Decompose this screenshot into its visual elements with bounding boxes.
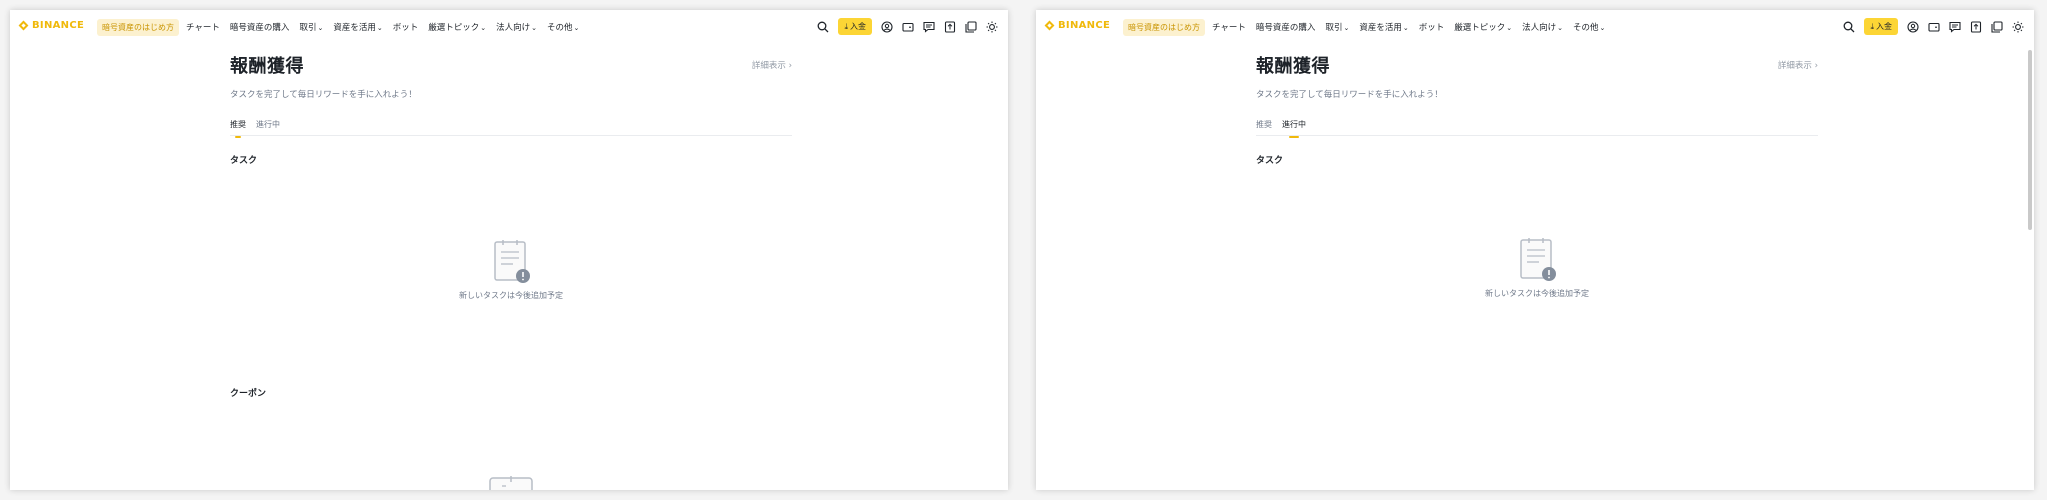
tasks-heading: タスク <box>230 156 258 166</box>
chevron-down-icon: ⌄ <box>1506 24 1513 32</box>
chevron-down-icon: ⌄ <box>480 24 487 32</box>
nav-item-chart[interactable]: チャート <box>1212 21 1246 33</box>
page-subtitle: タスクを完了して毎日リワードを手に入れよう！ <box>230 90 417 100</box>
tab-recommended[interactable]: 推奨 <box>1256 119 1272 135</box>
chevron-down-icon: ⌄ <box>1599 24 1606 32</box>
chevron-down-icon: ⌄ <box>1343 24 1350 32</box>
browser-window-right: BINANCE 暗号資産のはじめ方 チャート 暗号資産の購入 取引⌄ 資産を活用… <box>1036 10 2034 490</box>
getting-started-link[interactable]: 暗号資産のはじめ方 <box>1123 19 1205 36</box>
nav-item-trade[interactable]: 取引⌄ <box>1325 21 1349 33</box>
wallet-icon[interactable] <box>902 21 914 33</box>
empty-notepad-icon <box>1520 238 1556 281</box>
coupon-placeholder-icon <box>489 476 533 490</box>
tasks-empty-state: 新しいタスクは今後追加予定 <box>230 238 792 301</box>
deposit-button[interactable]: ⤓ 入金 <box>1864 18 1898 35</box>
top-nav: BINANCE 暗号資産のはじめ方 チャート 暗号資産の購入 取引⌄ 資産を活用… <box>10 10 1008 44</box>
nav-item-bots[interactable]: ボット <box>393 21 419 33</box>
nav-item-chart[interactable]: チャート <box>186 21 220 33</box>
chevron-down-icon: ⌄ <box>317 24 324 32</box>
theme-sun-icon[interactable] <box>2012 21 2024 33</box>
nav-item-topics[interactable]: 厳選トピック⌄ <box>428 21 486 33</box>
search-icon[interactable] <box>817 21 829 33</box>
nav-item-buy-crypto[interactable]: 暗号資産の購入 <box>1256 21 1316 33</box>
getting-started-link[interactable]: 暗号資産のはじめ方 <box>97 19 179 36</box>
page-title: 報酬獲得 <box>230 56 304 77</box>
empty-state-message: 新しいタスクは今後追加予定 <box>1485 289 1589 298</box>
brand-name: BINANCE <box>1058 20 1111 31</box>
upload-icon[interactable] <box>1970 20 1982 33</box>
chevron-right-icon: › <box>1814 61 1818 71</box>
nav-item-more[interactable]: その他⌄ <box>1573 21 1605 33</box>
coupons-empty-state <box>230 474 792 490</box>
download-icon: ⤓ <box>844 21 848 31</box>
tab-in-progress[interactable]: 進行中 <box>256 119 280 135</box>
tab-in-progress[interactable]: 進行中 <box>1282 119 1306 138</box>
chevron-down-icon: ⌄ <box>1557 24 1564 32</box>
tasks-empty-state: 新しいタスクは今後追加予定 <box>1256 236 1818 299</box>
chevron-right-icon: › <box>788 61 792 71</box>
task-tabs: 推奨 進行中 <box>1256 119 1818 138</box>
theme-sun-icon[interactable] <box>986 21 998 33</box>
nav-item-business[interactable]: 法人向け⌄ <box>496 21 537 33</box>
binance-logo-icon <box>1044 20 1055 31</box>
messages-icon[interactable] <box>1949 21 1961 33</box>
empty-notepad-icon <box>494 240 530 283</box>
account-icon[interactable] <box>1907 20 1919 33</box>
nav-item-more[interactable]: その他⌄ <box>547 21 579 33</box>
nav-item-bots[interactable]: ボット <box>1419 21 1445 33</box>
top-nav: BINANCE 暗号資産のはじめ方 チャート 暗号資産の購入 取引⌄ 資産を活用… <box>1036 10 2034 44</box>
search-icon[interactable] <box>1843 21 1855 33</box>
upload-icon[interactable] <box>944 20 956 33</box>
nav-item-business[interactable]: 法人向け⌄ <box>1522 21 1563 33</box>
nav-item-earn[interactable]: 資産を活用⌄ <box>1359 21 1408 33</box>
browser-window-left: BINANCE 暗号資産のはじめ方 チャート 暗号資産の購入 取引⌄ 資産を活用… <box>10 10 1008 490</box>
chevron-down-icon: ⌄ <box>531 24 538 32</box>
scrollbar[interactable] <box>2028 50 2032 230</box>
nav-item-topics[interactable]: 厳選トピック⌄ <box>1454 21 1512 33</box>
download-icon: ⤓ <box>1870 21 1874 31</box>
nav-item-buy-crypto[interactable]: 暗号資産の購入 <box>230 21 290 33</box>
binance-logo-icon <box>18 20 29 31</box>
page-title: 報酬獲得 <box>1256 56 1330 77</box>
nav-icons: ⤓ 入金 <box>1843 18 2024 35</box>
layers-icon[interactable] <box>965 20 977 33</box>
layers-icon[interactable] <box>1991 20 2003 33</box>
tasks-heading: タスク <box>1256 156 1284 166</box>
details-link[interactable]: 詳細表示 › <box>752 59 792 71</box>
tab-recommended[interactable]: 推奨 <box>230 119 246 138</box>
chevron-down-icon: ⌄ <box>1402 24 1409 32</box>
messages-icon[interactable] <box>923 21 935 33</box>
nav-item-earn[interactable]: 資産を活用⌄ <box>333 21 382 33</box>
empty-state-message: 新しいタスクは今後追加予定 <box>459 291 563 300</box>
page-subtitle: タスクを完了して毎日リワードを手に入れよう！ <box>1256 90 1443 100</box>
task-tabs: 推奨 進行中 <box>230 119 792 138</box>
chevron-down-icon: ⌄ <box>573 24 580 32</box>
account-icon[interactable] <box>881 20 893 33</box>
deposit-button[interactable]: ⤓ 入金 <box>838 18 872 35</box>
main-menu: チャート 暗号資産の購入 取引⌄ 資産を活用⌄ ボット 厳選トピック⌄ 法人向け… <box>1212 21 1605 33</box>
binance-logo[interactable]: BINANCE <box>18 20 84 31</box>
brand-name: BINANCE <box>32 20 85 31</box>
wallet-icon[interactable] <box>1928 21 1940 33</box>
coupons-heading: クーポン <box>230 389 267 399</box>
binance-logo[interactable]: BINANCE <box>1044 20 1110 31</box>
main-menu: チャート 暗号資産の購入 取引⌄ 資産を活用⌄ ボット 厳選トピック⌄ 法人向け… <box>186 21 579 33</box>
chevron-down-icon: ⌄ <box>376 24 383 32</box>
details-link[interactable]: 詳細表示 › <box>1778 59 1818 71</box>
nav-icons: ⤓ 入金 <box>817 18 998 35</box>
nav-item-trade[interactable]: 取引⌄ <box>299 21 323 33</box>
